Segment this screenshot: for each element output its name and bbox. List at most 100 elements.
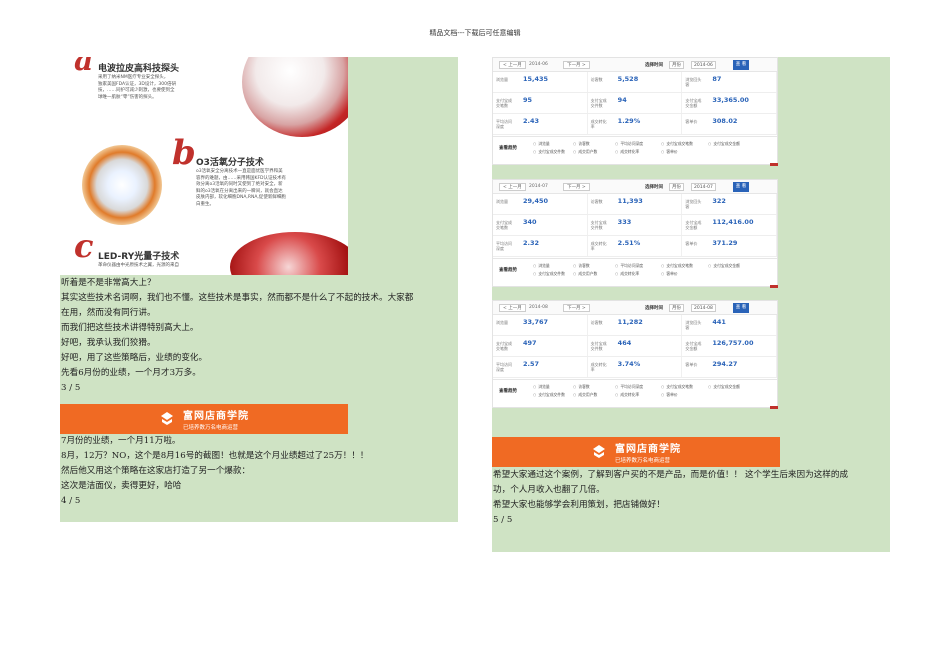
banner-subtitle: 已培养数万名电商运营 bbox=[615, 458, 671, 464]
stat-cell: 客单价 294.27 bbox=[682, 357, 777, 377]
trend-option[interactable]: 支付宝成交笔数 bbox=[661, 384, 693, 390]
prev-month-button[interactable]: < 上一月 bbox=[499, 61, 526, 69]
select-time-label: 选择时间 bbox=[645, 185, 663, 190]
stat-cell: 浏览回头客 322 bbox=[682, 194, 777, 214]
trend-option[interactable]: 成交用户数 bbox=[573, 271, 597, 277]
stat-cell: 浏览回头客 441 bbox=[682, 315, 777, 335]
next-month-button[interactable]: 下一月 > bbox=[563, 61, 590, 69]
mode-select[interactable]: 月份 bbox=[669, 304, 684, 312]
feature-letter-a: a bbox=[74, 57, 94, 78]
trend-option[interactable]: 成交转化率 bbox=[615, 149, 639, 155]
stat-label: 支付宝成交件数 bbox=[590, 98, 607, 108]
stats-row: 平均访问深度 2.32 成交转化率 2.51% 客单价 371.29 bbox=[493, 236, 777, 257]
period-label: 2014-06 bbox=[529, 62, 548, 67]
banner-title: 富网店商学院 bbox=[183, 411, 249, 422]
left-page-panel: a 电波拉皮高科技探头 采用了纳米NM医疗专业安全探头， 独家美国FDA认证，3D… bbox=[60, 57, 458, 522]
stats-grid: 浏览量 29,450 访客数 11,393 浏览回头客 322 支付宝成交笔数 340 支付宝成… bbox=[493, 194, 777, 257]
trend-option[interactable]: 支付宝成交件数 bbox=[533, 149, 565, 155]
period-label: 2014-08 bbox=[529, 305, 548, 310]
trend-option[interactable]: 支付宝成交件数 bbox=[533, 392, 565, 398]
stat-cell: 访客数 11,393 bbox=[588, 194, 683, 214]
month-select[interactable]: 2014-06 bbox=[691, 61, 716, 69]
stat-label: 成交转化率 bbox=[590, 241, 607, 251]
page-number: 4 / 5 bbox=[61, 496, 81, 506]
stat-label: 平均访问深度 bbox=[496, 241, 512, 251]
trend-option[interactable]: 平均访问深度 bbox=[615, 263, 643, 269]
stat-value: 308.02 bbox=[712, 117, 738, 125]
stat-value: 5,528 bbox=[617, 75, 639, 83]
stat-cell: 访客数 5,528 bbox=[588, 72, 683, 92]
trend-label: 查看趋势 bbox=[499, 146, 517, 151]
prev-month-button[interactable]: < 上一月 bbox=[499, 183, 526, 191]
stat-value: 126,757.00 bbox=[712, 339, 754, 347]
stat-label: 平均访问深度 bbox=[496, 119, 512, 129]
stat-label: 支付宝成交笔数 bbox=[496, 341, 512, 351]
right-text-block: 希望大家通过这个案例，了解到客户买的不是产品，而是价值！！ 这个学生后来因为这样… bbox=[493, 468, 848, 528]
trend-option[interactable]: 客单价 bbox=[661, 392, 677, 398]
stat-cell: 浏览量 33,767 bbox=[493, 315, 588, 335]
next-month-button[interactable]: 下一月 > bbox=[563, 183, 590, 191]
stat-cell: 支付宝成交笔数 95 bbox=[493, 93, 588, 113]
feature-a-desc: 采用了纳米NM医疗专业安全探头， 独家美国FDA认证，3D设计，300倍研 技，……… bbox=[98, 75, 176, 100]
query-button[interactable]: 查 看 bbox=[733, 303, 749, 313]
trend-label: 查看趋势 bbox=[499, 268, 517, 273]
stat-cell: 支付宝成交笔数 340 bbox=[493, 215, 588, 235]
stats-row: 支付宝成交笔数 340 支付宝成交件数 333 支付宝成交金额 112,416.00 bbox=[493, 215, 777, 236]
select-time-label: 选择时间 bbox=[645, 306, 663, 311]
stat-value: 464 bbox=[617, 339, 632, 347]
trend-option[interactable]: 访客数 bbox=[573, 141, 589, 147]
trend-option[interactable]: 支付宝成交金额 bbox=[708, 263, 740, 269]
trend-option[interactable]: 浏览量 bbox=[533, 263, 549, 269]
trend-option[interactable]: 成交用户数 bbox=[573, 149, 597, 155]
stat-cell: 支付宝成交件数 464 bbox=[588, 336, 683, 356]
query-button[interactable]: 查 看 bbox=[733, 182, 749, 192]
stat-value: 497 bbox=[523, 339, 537, 347]
trend-option[interactable]: 平均访问深度 bbox=[615, 384, 643, 390]
trend-option[interactable]: 浏览量 bbox=[533, 384, 549, 390]
trend-option[interactable]: 成交用户数 bbox=[573, 392, 597, 398]
stat-value: 371.29 bbox=[712, 239, 738, 247]
mode-select[interactable]: 月份 bbox=[669, 183, 684, 191]
stat-cell: 平均访问深度 2.57 bbox=[493, 357, 588, 377]
stats-row: 浏览量 33,767 访客数 11,282 浏览回头客 441 bbox=[493, 315, 777, 336]
trend-option[interactable]: 访客数 bbox=[573, 384, 589, 390]
trend-option[interactable]: 支付宝成交金额 bbox=[708, 384, 740, 390]
stat-label: 支付宝成交件数 bbox=[590, 220, 607, 230]
product-feature-image: a 电波拉皮高科技探头 采用了纳米NM医疗专业安全探头， 独家美国FDA认证，3D… bbox=[60, 57, 348, 275]
stat-value: 2.51% bbox=[617, 239, 641, 247]
stat-value: 340 bbox=[523, 218, 537, 226]
month-select[interactable]: 2014-08 bbox=[691, 304, 716, 312]
trend-option[interactable]: 客单价 bbox=[661, 271, 677, 277]
stat-cell: 支付宝成交金额 33,365.00 bbox=[682, 93, 777, 113]
stat-cell: 支付宝成交金额 126,757.00 bbox=[682, 336, 777, 356]
prev-month-button[interactable]: < 上一月 bbox=[499, 304, 526, 312]
trend-option[interactable]: 支付宝成交件数 bbox=[533, 271, 565, 277]
stat-value: 95 bbox=[523, 96, 533, 104]
trend-option[interactable]: 成交转化率 bbox=[615, 271, 639, 277]
feature-c-desc: 革命仪器由中光原技术之翼，光源的来自 bbox=[98, 263, 179, 268]
month-select[interactable]: 2014-07 bbox=[691, 183, 716, 191]
page-number: 5 / 5 bbox=[493, 515, 513, 525]
trend-option[interactable]: 访客数 bbox=[573, 263, 589, 269]
feature-letter-b: b bbox=[172, 133, 196, 173]
trend-option[interactable]: 支付宝成交笔数 bbox=[661, 141, 693, 147]
trend-option[interactable]: 支付宝成交笔数 bbox=[661, 263, 693, 269]
stat-value: 33,365.00 bbox=[712, 96, 749, 104]
right-page-panel: < 上一月 2014-06 下一月 > 选择时间 月份 2014-06 查 看浏览量 15,4… bbox=[492, 57, 890, 552]
trend-option[interactable]: 平均访问深度 bbox=[615, 141, 643, 147]
screenshot-corner-mark bbox=[770, 163, 778, 166]
stat-label: 浏览量 bbox=[496, 77, 508, 82]
trend-option[interactable]: 成交转化率 bbox=[615, 392, 639, 398]
stat-cell: 客单价 371.29 bbox=[682, 236, 777, 256]
stats-screenshot-2014-06: < 上一月 2014-06 下一月 > 选择时间 月份 2014-06 查 看浏览量 15,4… bbox=[492, 57, 778, 165]
screenshot-corner-mark bbox=[770, 406, 778, 409]
stat-value: 1.29% bbox=[617, 117, 641, 125]
mode-select[interactable]: 月份 bbox=[669, 61, 684, 69]
trend-option[interactable]: 浏览量 bbox=[533, 141, 549, 147]
trend-options: 查看趋势 浏览量 访客数 平均访问深度 支付宝成交笔数 支付宝成交金额支付宝成交件数 成交用… bbox=[493, 258, 777, 280]
query-button[interactable]: 查 看 bbox=[733, 60, 749, 70]
trend-option[interactable]: 客单价 bbox=[661, 149, 677, 155]
stat-value: 2.57 bbox=[523, 360, 540, 368]
trend-option[interactable]: 支付宝成交金额 bbox=[708, 141, 740, 147]
next-month-button[interactable]: 下一月 > bbox=[563, 304, 590, 312]
